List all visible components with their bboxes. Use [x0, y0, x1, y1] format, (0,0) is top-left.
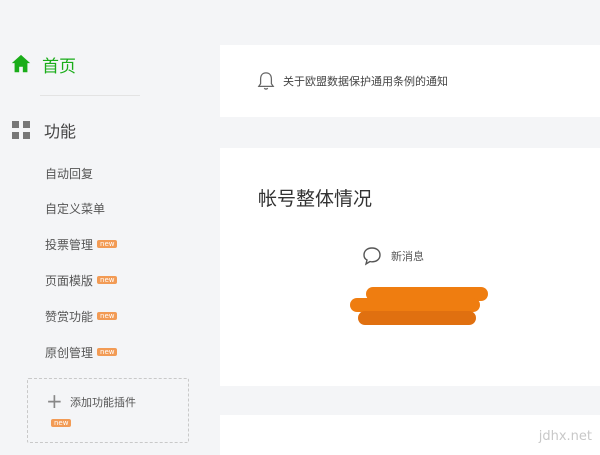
sidebar-item-label: 自动回复 [45, 166, 94, 181]
chat-bubble-icon [363, 247, 381, 266]
sidebar-group-label: 功能 [44, 122, 77, 141]
notice-card: 关于欧盟数据保护通用条例的通知 [220, 45, 600, 117]
add-plugin-button[interactable]: + 添加功能插件 new [27, 378, 189, 443]
sidebar-item-appreciation[interactable]: 赞赏功能 new [45, 307, 118, 325]
new-badge: new [97, 276, 118, 284]
watermark: jdhx.net [538, 429, 592, 444]
grid-icon [12, 121, 30, 139]
account-overview-card: 帐号整体情况 新消息 [220, 148, 600, 386]
sidebar-group-features[interactable]: 功能 [12, 118, 76, 142]
sidebar: 首页 功能 自动回复 自定义菜单 投票管理 new 页面模版 new 赞赏功能 … [0, 0, 215, 450]
new-messages-link[interactable]: 新消息 [362, 246, 424, 266]
add-plugin-label: 添加功能插件 [70, 396, 136, 409]
new-badge: new [97, 312, 118, 320]
page-title: 帐号整体情况 [258, 188, 373, 210]
home-icon [11, 54, 31, 73]
sidebar-item-auto-reply[interactable]: 自动回复 [45, 164, 93, 182]
sidebar-item-label: 页面模版 [45, 273, 94, 288]
new-badge: new [97, 348, 118, 356]
sidebar-item-custom-menu[interactable]: 自定义菜单 [45, 199, 105, 217]
sidebar-item-home-label: 首页 [42, 56, 76, 77]
sidebar-item-label: 原创管理 [45, 345, 94, 360]
bell-icon [257, 72, 275, 90]
sidebar-item-page-template[interactable]: 页面模版 new [45, 271, 118, 289]
sidebar-item-original-management[interactable]: 原创管理 new [45, 343, 118, 361]
new-badge: new [97, 240, 118, 248]
sidebar-divider [40, 95, 140, 96]
sidebar-item-label: 自定义菜单 [45, 201, 106, 216]
sidebar-item-label: 投票管理 [45, 237, 94, 252]
redacted-count [350, 287, 488, 325]
sidebar-item-label: 赞赏功能 [45, 309, 94, 324]
sidebar-item-home[interactable]: 首页 [10, 52, 76, 77]
sidebar-item-vote-management[interactable]: 投票管理 new [45, 235, 118, 253]
plus-icon: + [46, 389, 63, 413]
notice-link[interactable]: 关于欧盟数据保护通用条例的通知 [283, 73, 448, 89]
new-messages-label: 新消息 [391, 250, 424, 263]
new-badge: new [51, 419, 72, 427]
